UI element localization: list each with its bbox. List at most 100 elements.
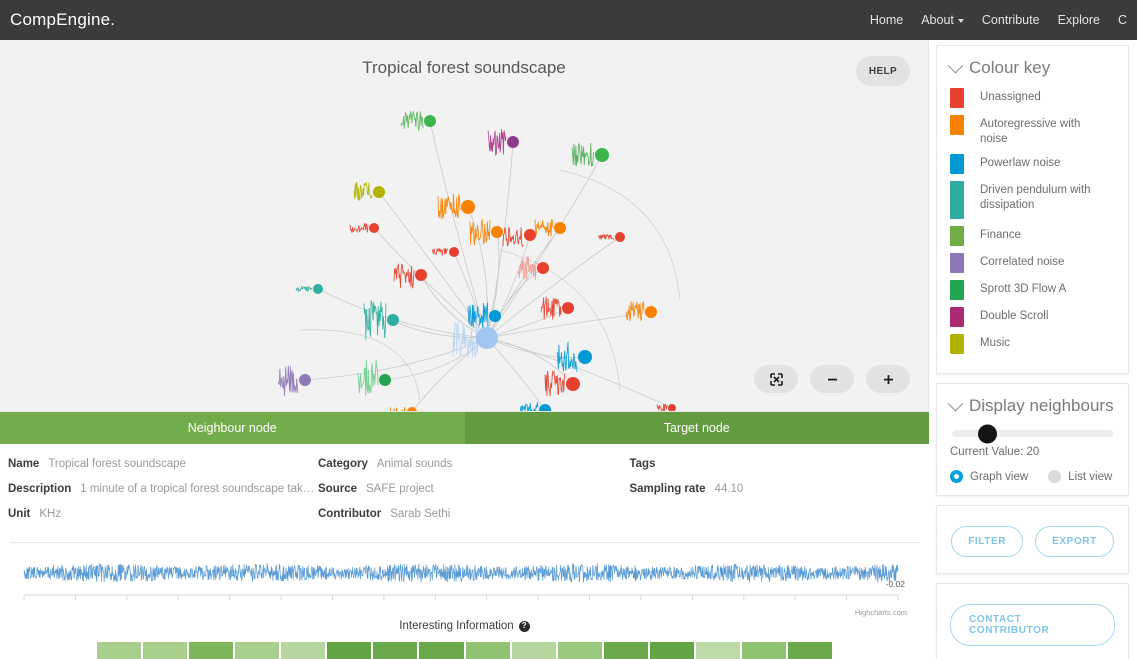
interesting-information-segment[interactable] (189, 642, 234, 659)
contact-contributor-button[interactable]: CONTACT CONTRIBUTOR (950, 604, 1115, 646)
graph-node-dot[interactable] (373, 186, 385, 198)
details-column-1: Name Tropical forest soundscape Descript… (0, 458, 318, 535)
interesting-information-segment[interactable] (373, 642, 418, 659)
radio-list-view[interactable]: List view (1048, 470, 1112, 483)
graph-node-dot[interactable] (461, 200, 475, 214)
colour-key-item[interactable]: Correlated noise (950, 253, 1115, 273)
graph-node-dot[interactable] (489, 310, 501, 322)
graph-node-dot[interactable] (668, 404, 676, 412)
colour-key-item[interactable]: Autoregressive with noise (950, 115, 1115, 147)
graph-node[interactable] (389, 407, 417, 412)
graph-node[interactable] (534, 218, 566, 237)
interesting-information-segment[interactable] (511, 642, 556, 659)
colour-key-header[interactable]: Colour key (947, 57, 1115, 78)
graph-node[interactable] (519, 402, 551, 412)
colour-key-item[interactable]: Powerlaw noise (950, 154, 1115, 174)
colour-key-item[interactable]: Unassigned (950, 88, 1115, 108)
interesting-information-segment[interactable] (327, 642, 372, 659)
interesting-information-segment[interactable] (695, 642, 740, 659)
neighbours-slider[interactable] (952, 424, 1113, 443)
interesting-information-segment[interactable] (465, 642, 510, 659)
graph-node[interactable] (393, 262, 427, 289)
graph-node[interactable] (556, 341, 592, 372)
graph-node-dot[interactable] (645, 306, 657, 318)
graph-node[interactable] (363, 299, 399, 340)
graph-node-dot[interactable] (424, 115, 436, 127)
colour-key-item[interactable]: Double Scroll (950, 307, 1115, 327)
interesting-information-segment[interactable] (143, 642, 188, 659)
graph-node[interactable] (277, 365, 311, 396)
interesting-information-segment[interactable] (97, 642, 142, 659)
graph-node[interactable] (540, 296, 574, 320)
graph-node[interactable] (544, 369, 580, 397)
graph-node-dot[interactable] (379, 374, 391, 386)
graph-node[interactable] (357, 359, 391, 396)
graph-node[interactable] (625, 301, 657, 322)
graph-center-node[interactable] (476, 327, 498, 349)
graph-node[interactable] (487, 129, 519, 157)
graph-node-dot[interactable] (524, 229, 536, 241)
graph-node[interactable] (517, 256, 549, 280)
graph-node-dot[interactable] (449, 247, 459, 257)
neighbours-slider-handle[interactable] (978, 424, 998, 443)
graph-node-dot[interactable] (313, 284, 323, 294)
brand-logo[interactable]: CompEngine. (10, 10, 115, 30)
colour-key-item[interactable]: Sprott 3D Flow A (950, 280, 1115, 300)
colour-key-item[interactable]: Driven pendulum with dissipation (950, 181, 1115, 219)
nav-link-contribute[interactable]: Contribute (982, 13, 1040, 27)
display-neighbours-header[interactable]: Display neighbours (947, 395, 1115, 416)
colour-key-item[interactable]: Finance (950, 226, 1115, 246)
interesting-information-segment[interactable] (741, 642, 786, 659)
radio-graph-view[interactable]: Graph view (950, 470, 1028, 483)
filter-button[interactable]: FILTER (951, 526, 1024, 557)
export-button[interactable]: EXPORT (1035, 526, 1114, 557)
graph-node-dot[interactable] (387, 314, 399, 326)
zoom-in-button[interactable] (866, 365, 910, 394)
tab-neighbour-node[interactable]: Neighbour node (0, 412, 465, 444)
nav-link-explore[interactable]: Explore (1058, 13, 1100, 27)
nav-link-clipped[interactable]: C (1118, 13, 1127, 27)
network-graph-panel[interactable]: Tropical forest soundscape HELP (0, 40, 929, 413)
zoom-out-button[interactable] (810, 365, 854, 394)
graph-node-dot[interactable] (507, 136, 519, 148)
interesting-information-segment[interactable] (235, 642, 280, 659)
highcharts-credit[interactable]: Highcharts.com (855, 608, 907, 617)
tab-target-node[interactable]: Target node (464, 412, 929, 444)
graph-node[interactable] (502, 226, 536, 247)
fullscreen-button[interactable] (754, 365, 798, 394)
graph-node[interactable] (295, 284, 323, 294)
radio-graph-view-indicator[interactable] (950, 470, 963, 483)
interesting-information-segment[interactable] (419, 642, 464, 659)
radio-list-view-indicator[interactable] (1048, 470, 1062, 483)
graph-node-dot[interactable] (578, 350, 592, 364)
graph-node-dot[interactable] (554, 222, 566, 234)
interesting-information-segment[interactable] (281, 642, 326, 659)
graph-node-dot[interactable] (415, 269, 427, 281)
graph-node[interactable] (349, 222, 379, 233)
graph-node-dot[interactable] (299, 374, 311, 386)
question-mark-icon[interactable]: ? (518, 620, 530, 632)
graph-node[interactable] (571, 142, 609, 167)
graph-node-dot[interactable] (615, 232, 625, 242)
nav-link-about[interactable]: About (921, 13, 964, 27)
interesting-information-segment[interactable] (557, 642, 602, 659)
graph-node-dot[interactable] (562, 302, 574, 314)
graph-node-dot[interactable] (595, 148, 609, 162)
graph-node[interactable] (437, 193, 475, 220)
graph-node[interactable] (598, 232, 625, 242)
nav-link-home[interactable]: Home (870, 13, 903, 27)
graph-node-dot[interactable] (491, 226, 503, 238)
graph-node-dot[interactable] (537, 262, 549, 274)
timeseries-chart[interactable]: -0.02 Highcharts.com (10, 542, 919, 617)
graph-node[interactable] (400, 110, 436, 131)
interesting-information-segment[interactable] (787, 642, 832, 659)
graph-node[interactable] (353, 181, 385, 202)
graph-node-dot[interactable] (539, 404, 551, 412)
graph-node[interactable] (431, 247, 459, 257)
interesting-information-segment[interactable] (603, 642, 648, 659)
network-graph-svg[interactable] (0, 40, 929, 412)
colour-key-item[interactable]: Music (950, 334, 1115, 354)
graph-node-dot[interactable] (566, 377, 580, 391)
interesting-information-segment[interactable] (649, 642, 694, 659)
graph-node-dot[interactable] (369, 223, 379, 233)
